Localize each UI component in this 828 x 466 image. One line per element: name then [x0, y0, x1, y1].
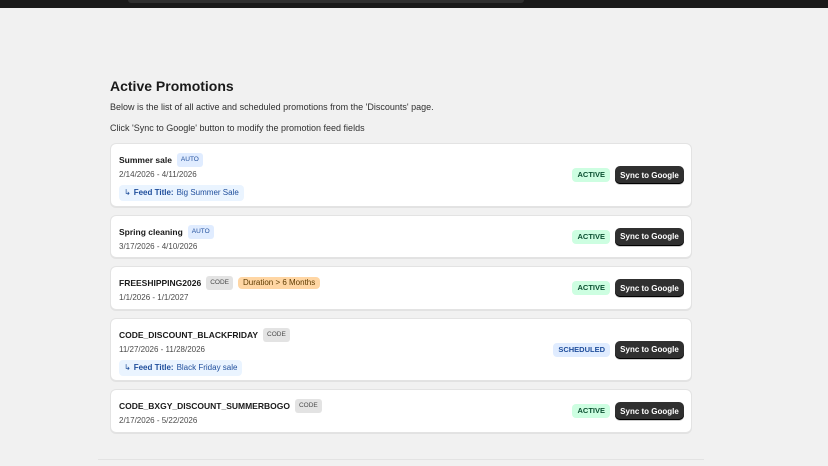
- promotion-name: Summer sale: [119, 155, 172, 165]
- status-badge: ACTIVE: [572, 229, 610, 244]
- promotion-name: CODE_DISCOUNT_BLACKFRIDAY: [119, 330, 259, 340]
- card-actions: ACTIVE Sync to Google: [572, 166, 684, 184]
- sync-to-google-button[interactable]: Sync to Google: [615, 279, 684, 297]
- page-title: Active Promotions: [110, 78, 234, 94]
- type-tag: CODE: [294, 399, 322, 413]
- feed-title-value: Black Friday sale: [176, 363, 238, 372]
- card-actions: ACTIVE Sync to Google: [572, 402, 684, 420]
- feed-title-label: Feed Title:: [133, 363, 174, 372]
- page-instructions: Click 'Sync to Google' button to modify …: [110, 123, 365, 133]
- card-actions: SCHEDULED Sync to Google: [553, 340, 684, 359]
- promotion-card: Summer sale AUTO 2/14/2026 - 4/11/2026 ↳…: [110, 143, 692, 207]
- promotion-list: Summer sale AUTO 2/14/2026 - 4/11/2026 ↳…: [110, 143, 692, 433]
- feed-title: ↳ Feed Title: Big Summer Sale: [119, 185, 244, 201]
- main-content: Active Promotions Below is the list of a…: [110, 76, 692, 441]
- promotion-card: CODE_DISCOUNT_BLACKFRIDAY CODE 11/27/202…: [110, 318, 692, 381]
- sync-to-google-button[interactable]: Sync to Google: [615, 402, 684, 420]
- type-tag: AUTO: [187, 225, 214, 239]
- feed-title-value: Big Summer Sale: [176, 188, 239, 197]
- status-badge: ACTIVE: [572, 404, 610, 418]
- promotion-card: Spring cleaning AUTO 3/17/2026 - 4/10/20…: [110, 215, 692, 258]
- return-arrow-icon: ↳: [124, 188, 131, 197]
- sync-to-google-button[interactable]: Sync to Google: [615, 227, 684, 246]
- promotion-card: CODE_BXGY_DISCOUNT_SUMMERBOGO CODE 2/17/…: [110, 389, 692, 433]
- duration-badge: Duration > 6 Months: [237, 277, 321, 289]
- type-tag: CODE: [206, 276, 233, 290]
- promotion-name: FREESHIPPING2026: [119, 278, 202, 288]
- sync-to-google-button[interactable]: Sync to Google: [615, 340, 684, 359]
- type-tag: CODE: [263, 328, 290, 342]
- sync-to-google-button[interactable]: Sync to Google: [615, 166, 684, 184]
- return-arrow-icon: ↳: [124, 363, 131, 372]
- top-bar: [0, 0, 828, 8]
- type-tag: AUTO: [176, 153, 203, 167]
- promotion-name: Spring cleaning: [119, 227, 183, 237]
- search-bar[interactable]: [128, 0, 524, 3]
- card-actions: ACTIVE Sync to Google: [572, 227, 684, 246]
- feed-title: ↳ Feed Title: Black Friday sale: [119, 360, 243, 376]
- promotion-name: CODE_BXGY_DISCOUNT_SUMMERBOGO: [119, 401, 290, 411]
- status-badge: ACTIVE: [572, 281, 610, 295]
- page-description: Below is the list of all active and sche…: [110, 102, 434, 112]
- status-badge: ACTIVE: [572, 168, 610, 182]
- status-badge: SCHEDULED: [553, 342, 610, 357]
- card-actions: ACTIVE Sync to Google: [572, 279, 684, 297]
- promotion-card: FREESHIPPING2026 CODE Duration > 6 Month…: [110, 266, 692, 310]
- feed-title-label: Feed Title:: [133, 188, 174, 197]
- divider: [98, 459, 704, 460]
